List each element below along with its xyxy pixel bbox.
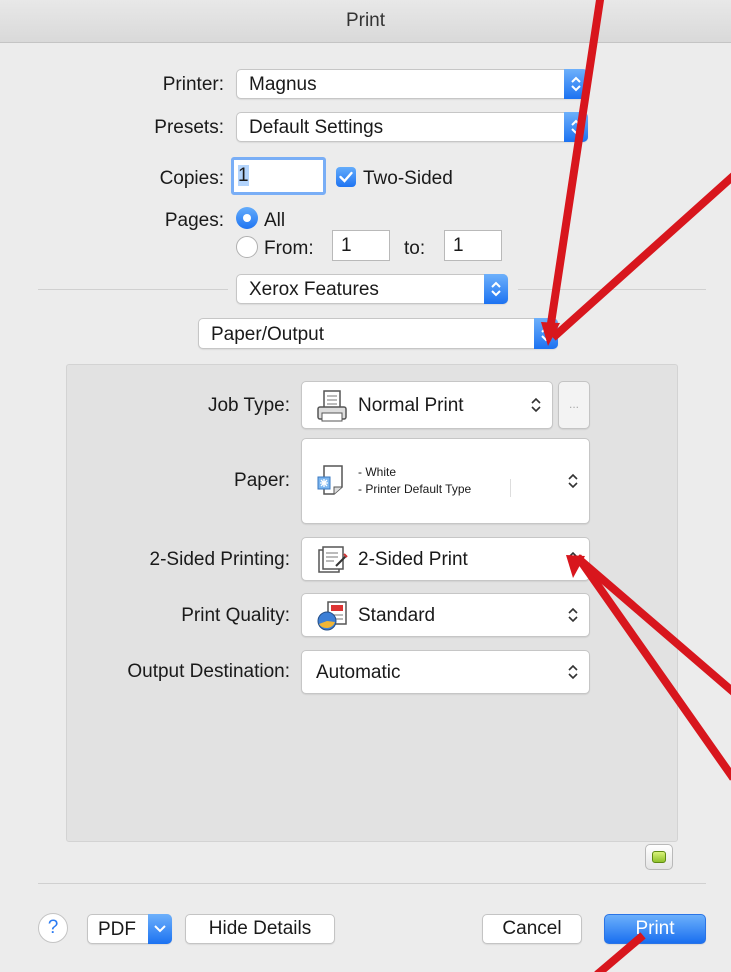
job-type-value: Normal Print <box>358 395 464 416</box>
two-sided-printing-label: 2-Sided Printing: <box>149 549 290 570</box>
feature-panel-value: Paper/Output <box>211 324 325 345</box>
pages-from-radio[interactable] <box>236 236 258 258</box>
paper-label: Paper: <box>234 470 290 491</box>
pdf-button[interactable]: PDF <box>87 914 172 944</box>
updown-chevron-icon <box>568 607 578 623</box>
two-sided-checkbox[interactable] <box>336 167 356 187</box>
updown-chevron-icon <box>531 397 541 413</box>
updown-chevron-icon <box>568 551 578 567</box>
paper-icon <box>317 465 343 495</box>
printer-icon <box>317 390 347 422</box>
updown-chevron-icon <box>568 664 578 680</box>
pages-from-label[interactable]: From: <box>264 238 314 260</box>
presets-popup[interactable]: Default Settings <box>236 112 588 142</box>
pages-to-input[interactable]: 1 <box>444 230 502 261</box>
print-quality-label: Print Quality: <box>181 605 290 626</box>
pages-all-label[interactable]: All <box>264 210 285 232</box>
chevron-down-icon[interactable] <box>148 914 172 944</box>
presets-label: Presets: <box>154 117 224 138</box>
separator <box>518 289 706 290</box>
updown-chevron-icon <box>564 69 588 99</box>
printer-value: Magnus <box>249 74 317 95</box>
pages-all-radio[interactable] <box>236 207 258 229</box>
pages-label: Pages: <box>164 210 224 231</box>
updown-chevron-icon <box>568 473 578 489</box>
two-sided-printing-popup[interactable]: 2-Sided Print <box>301 537 590 581</box>
print-quality-icon <box>317 601 347 631</box>
annotation-arrow <box>545 0 605 335</box>
two-sided-label[interactable]: Two-Sided <box>363 168 453 190</box>
job-type-popup[interactable]: Normal Print <box>301 381 553 429</box>
separator <box>510 479 511 497</box>
separator <box>38 883 706 884</box>
two-sided-printing-value: 2-Sided Print <box>358 549 468 570</box>
updown-chevron-icon <box>564 112 588 142</box>
print-button[interactable]: Print <box>604 914 706 944</box>
paper-line-1: - White <box>358 465 397 479</box>
feature-set-value: Xerox Features <box>249 279 379 300</box>
pages-to-label: to: <box>404 238 426 259</box>
output-destination-popup[interactable]: Automatic <box>301 650 590 694</box>
printer-label: Printer: <box>162 74 224 95</box>
copies-label: Copies: <box>159 168 224 189</box>
job-type-more-button[interactable]: ... <box>558 381 590 429</box>
separator <box>38 289 228 290</box>
updown-chevron-icon <box>534 318 558 349</box>
status-light-icon[interactable] <box>645 844 673 870</box>
feature-panel-popup[interactable]: Paper/Output <box>198 318 558 349</box>
updown-chevron-icon <box>484 274 508 304</box>
paper-popup[interactable]: - White - Printer Default Type <box>301 438 590 524</box>
job-type-label: Job Type: <box>207 395 290 416</box>
printer-popup[interactable]: Magnus <box>236 69 588 99</box>
presets-value: Default Settings <box>249 117 384 138</box>
print-quality-popup[interactable]: Standard <box>301 593 590 637</box>
copies-value: 1 <box>238 165 249 186</box>
help-button[interactable]: ? <box>38 913 68 943</box>
pages-from-input[interactable]: 1 <box>332 230 390 261</box>
checkmark-icon <box>339 171 353 183</box>
pdf-label: PDF <box>98 919 136 940</box>
paper-line-2: - Printer Default Type <box>358 482 472 496</box>
output-destination-value: Automatic <box>316 662 401 683</box>
hide-details-button[interactable]: Hide Details <box>185 914 335 944</box>
print-quality-value: Standard <box>358 605 436 626</box>
annotation-arrow <box>550 172 731 341</box>
cancel-button[interactable]: Cancel <box>482 914 582 944</box>
feature-set-popup[interactable]: Xerox Features <box>236 274 508 304</box>
window-title: Print <box>345 10 386 31</box>
copies-input[interactable]: 1 <box>231 157 326 195</box>
two-sided-print-icon <box>318 546 348 573</box>
output-destination-label: Output Destination: <box>127 661 290 682</box>
